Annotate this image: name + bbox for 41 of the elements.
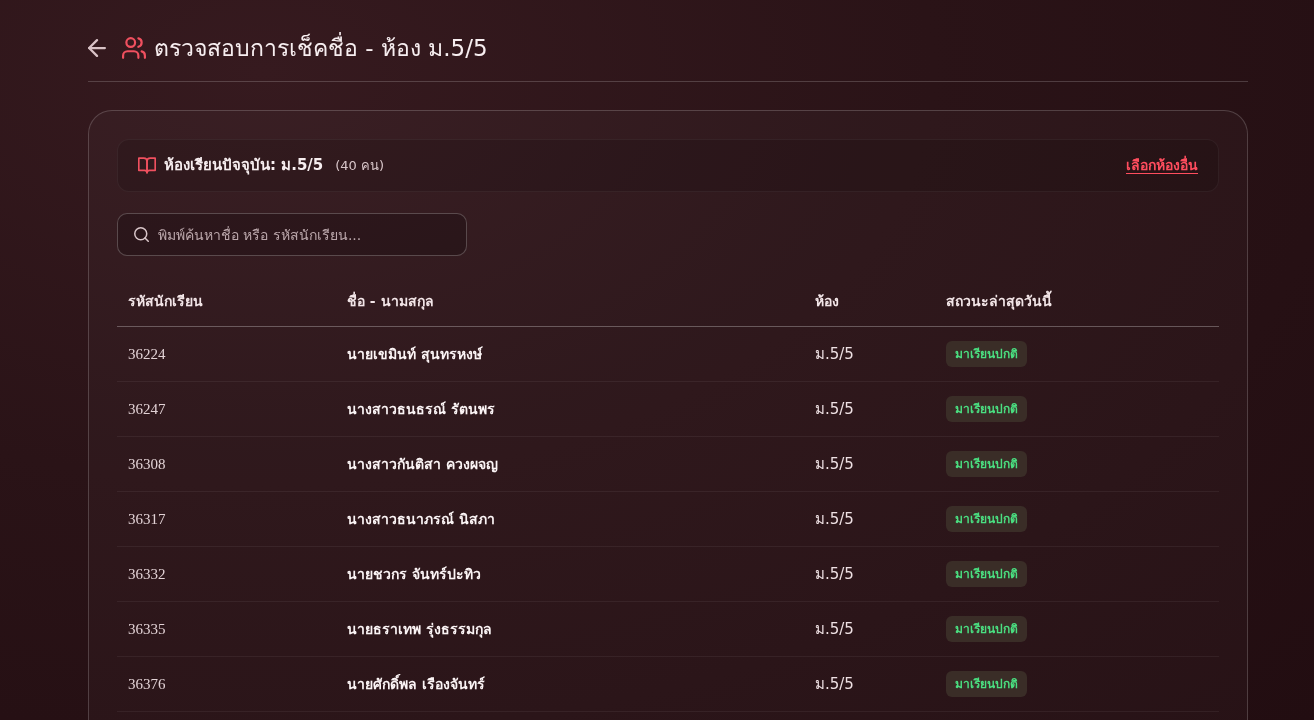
student-id: 36308 — [128, 455, 166, 472]
status-badge: มาเรียนปกติ — [946, 615, 1027, 642]
room-name: ม.5/5 — [815, 619, 854, 638]
users-icon — [122, 35, 146, 60]
status-badge: มาเรียนปกติ — [946, 395, 1027, 422]
back-button[interactable] — [88, 38, 106, 57]
student-id: 36335 — [128, 620, 166, 637]
status-badge: มาเรียนปกติ — [946, 670, 1027, 697]
status-badge: มาเรียนปกติ — [946, 340, 1027, 367]
book-icon — [138, 157, 156, 174]
student-count: (40 คน) — [335, 156, 385, 175]
room-name: ม.5/5 — [815, 454, 854, 473]
student-id: 36332 — [128, 565, 166, 582]
room-name: ม.5/5 — [815, 674, 854, 693]
student-name: นางสาวกันติสา ควงผจญ — [347, 455, 498, 472]
column-header: รหัสนักเรียน — [117, 278, 336, 326]
room-name: ม.5/5 — [815, 564, 854, 583]
student-name: นายธราเทพ รุ่งธรรมกุล — [347, 620, 492, 637]
status-badge: มาเรียนปกติ — [946, 450, 1027, 477]
current-class-label: ห้องเรียนปัจจุบัน: ม.5/5 — [164, 155, 324, 177]
room-name: ม.5/5 — [815, 399, 854, 418]
student-id: 36317 — [128, 510, 166, 527]
student-name: นายเขมินท์ สุนทรหงษ์ — [347, 345, 482, 362]
page-title: ตรวจสอบการเช็คชื่อ - ห้อง ม.5/5 — [154, 31, 488, 63]
student-name: นายศักดิ์พล เรืองจันทร์ — [347, 675, 485, 692]
student-id: 36376 — [128, 675, 166, 692]
status-badge: มาเรียนปกติ — [946, 560, 1027, 587]
student-name: นางสาวธนาภรณ์ นิสภา — [347, 510, 495, 527]
column-header: ห้อง — [804, 278, 935, 326]
search-icon — [134, 227, 149, 242]
student-id: 36224 — [128, 345, 166, 362]
change-class-link[interactable]: เลือกห้องอื่น — [1126, 155, 1198, 176]
status-badge: มาเรียนปกติ — [946, 505, 1027, 532]
student-id: 36247 — [128, 400, 166, 417]
student-name: นายชวกร จันทร์ปะทิว — [347, 565, 481, 582]
column-header: ชื่อ - นามสกุล — [336, 278, 804, 326]
room-name: ม.5/5 — [815, 344, 854, 363]
column-header: สถวนะล่าสุดวันนี้ — [935, 278, 1219, 326]
student-name: นางสาวธนธรณ์ รัตนพร — [347, 400, 495, 417]
room-name: ม.5/5 — [815, 509, 854, 528]
back-arrow-icon — [88, 38, 106, 57]
